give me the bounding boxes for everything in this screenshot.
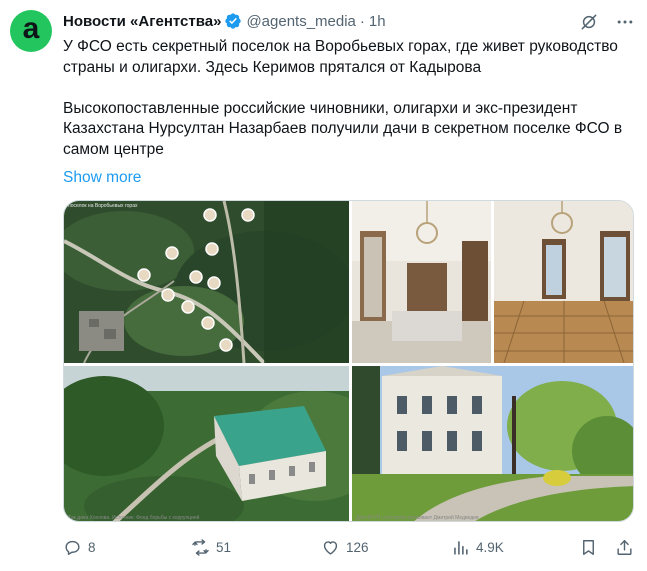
views-icon [454,541,468,555]
views-count: 4.9K [476,540,504,555]
tweet-header: Новости «Агентства» @agents_media · 1h [63,12,386,30]
show-more-link[interactable]: Show more [63,169,141,187]
caption-right: Дом ФГУП, в котором проживает Дмитрий Ме… [356,515,479,521]
grok-icon[interactable] [579,12,599,32]
house-street-image[interactable]: Дом ФГУП, в котором проживает Дмитрий Ме… [352,366,633,521]
reply-button[interactable]: 8 [63,538,96,557]
author-handle[interactable]: @agents_media [246,13,355,30]
like-count: 126 [346,540,369,555]
more-options-icon[interactable] [615,12,635,32]
author-name[interactable]: Новости «Агентства» [63,13,221,30]
top-icons [579,12,635,32]
tweet-actions: 8 51 126 4.9K [63,538,635,560]
share-button[interactable] [615,538,634,557]
media-grid: поселок на Воробьевых горах Так дача Хох… [63,200,634,522]
bookmark-icon [583,540,594,555]
caption-left: Так дача Хохлова. Источник: Фонд борьбы … [68,515,200,521]
avatar-letter: a [22,12,40,45]
views-button[interactable]: 4.9K [451,538,504,557]
reply-count: 8 [88,540,96,555]
share-icon [617,540,632,555]
aerial-house-image[interactable]: Так дача Хохлова. Источник: Фонд борьбы … [64,366,349,521]
bookmark-button[interactable] [579,538,598,557]
map-image[interactable]: поселок на Воробьевых горах [64,201,349,363]
repost-button[interactable]: 51 [191,538,231,557]
timestamp[interactable]: 1h [369,13,386,30]
reply-icon [65,540,80,555]
like-button[interactable]: 126 [321,538,369,557]
repost-count: 51 [216,540,232,555]
heart-icon [323,541,338,555]
interior-image-1[interactable] [352,201,491,363]
map-title: поселок на Воробьевых горах [68,203,138,209]
verified-badge-icon [225,13,242,29]
separator-dot: · [359,12,365,30]
tweet-text: У ФСО есть секретный поселок на Воробьев… [63,38,623,158]
interior-image-2[interactable] [494,201,633,363]
avatar[interactable]: a [10,10,52,52]
repost-icon [192,539,209,556]
